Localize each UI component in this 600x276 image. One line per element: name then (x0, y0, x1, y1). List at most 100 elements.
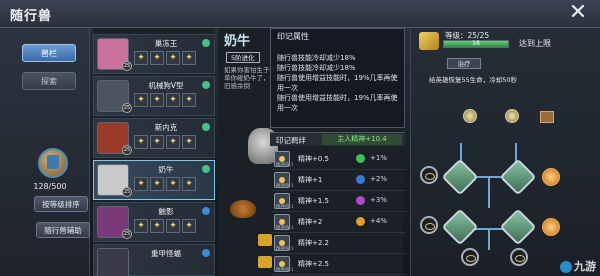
attribute-line: 随行兽使用增益技能时，19%几率再使用一次 (277, 74, 398, 92)
heal-button[interactable]: 治疗 (447, 58, 481, 69)
bond-row: 精神值:1 精神+0.5 +1% (272, 149, 406, 170)
pet-count: 128/500 (33, 182, 67, 191)
pet-name: 奶牛 (158, 165, 174, 174)
mark-icon: ✦ (182, 135, 196, 149)
bond-row: 精神值:1 精神+2.5 (272, 254, 406, 275)
pet-name: 触影 (158, 207, 174, 216)
gem-icon (202, 81, 210, 89)
main-skill-node[interactable] (441, 208, 479, 246)
gem-icon (202, 207, 210, 215)
attribute-line: 随行兽使用增益技能时，19%几率再使用一次 (277, 94, 398, 112)
nine-game-logo-icon (560, 261, 572, 273)
bond-requirement: 精神值:1 (276, 247, 294, 252)
level-progress-bar: 16 (443, 40, 509, 48)
bond-row: 精神值:1 精神+1.5 +3% (272, 191, 406, 212)
gem-icon (202, 39, 210, 47)
eye-icon[interactable] (510, 248, 528, 266)
backpack-icon (38, 148, 68, 178)
mark-icon: ✦ (166, 135, 180, 149)
mark-icon: ✦ (150, 135, 164, 149)
mark-slots: ✦ ✦ ✦ ✦ (134, 51, 196, 65)
mark-icon: ✦ (166, 93, 180, 107)
blue-orb-icon (356, 175, 365, 184)
tab-pen[interactable]: 兽栏 (22, 44, 76, 62)
tab-explore[interactable]: 探索 (22, 72, 76, 90)
bond-requirement: 精神值:1 (276, 163, 294, 168)
orange-orb-icon[interactable] (542, 218, 560, 236)
skill-tree (410, 108, 600, 268)
roast-chicken-icon[interactable] (230, 200, 256, 218)
eye-icon[interactable] (420, 166, 438, 184)
title-bar: 随行兽 ✕ (0, 0, 600, 28)
eye-icon[interactable] (461, 248, 479, 266)
list-item[interactable]: 25 机械狗V型 ✦ ✦ ✦ ✦ (93, 76, 215, 116)
mark-icon: ✦ (182, 93, 196, 107)
main-skill-node[interactable] (499, 158, 537, 196)
watermark-text: 九游 (574, 260, 596, 273)
pet-description: 如果你害怕生于牧草你碰奶牛了，依旧感余倒 (224, 66, 276, 90)
sidebar: 兽栏 探索 128/500 按等级排序 随行兽辅助 (0, 28, 90, 276)
bond-requirement: 精神值:1 (276, 226, 294, 231)
list-item[interactable]: 25 触影 ✦ ✦ ✦ ✦ (93, 202, 215, 242)
ticket-icon (258, 234, 272, 246)
bond-spirit: 精神+1 (298, 176, 323, 184)
level-progress-value: 16 (472, 40, 480, 47)
bond-row: 精神值:1 精神+2 +4% (272, 212, 406, 233)
bond-label: 印记羁绊 (276, 136, 306, 145)
pet-level-badge: 25 (122, 229, 132, 239)
attributes-title: 印记属性 (277, 32, 309, 41)
tree-link (488, 178, 490, 208)
bond-bonus: +4% (370, 217, 387, 225)
pet-level-badge: 25 (122, 145, 132, 155)
orange-orb-icon[interactable] (542, 168, 560, 186)
pet-level-badge: 25 (122, 61, 132, 71)
level-book-icon (419, 32, 439, 50)
list-item[interactable]: 25 巢冻王 ✦ ✦ ✦ ✦ (93, 34, 215, 74)
pet-level-badge: 25 (122, 187, 132, 197)
eye-icon[interactable] (420, 216, 438, 234)
mark-icon: ✦ (150, 51, 164, 65)
bond-header: 印记羁绊 主人精神+10.4 (270, 132, 405, 146)
main-skill-node[interactable] (441, 158, 479, 196)
bond-spirit: 精神+2.2 (298, 239, 329, 247)
mark-icon: ✦ (134, 219, 148, 233)
orange-orb-icon (356, 217, 365, 226)
pet-name: 机械狗V型 (148, 81, 184, 90)
mark-icon: ✦ (134, 177, 148, 191)
mark-icon: ✦ (150, 93, 164, 107)
green-orb-icon (356, 154, 365, 163)
mark-slots: ✦ ✦ ✦ ✦ (134, 135, 196, 149)
window-title: 随行兽 (10, 9, 53, 24)
attribute-line: 随行兽技能冷却减少18% (277, 64, 356, 72)
pet-assist-button[interactable]: 随行兽辅助 (36, 222, 90, 238)
evolution-badge: 5阶进化 (226, 52, 260, 63)
mark-icon: ✦ (166, 177, 180, 191)
pet-list: 25 巢冻王 ✦ ✦ ✦ ✦ 25 机械狗V型 ✦ ✦ ✦ ✦ 25 斯内克 ✦… (93, 28, 215, 276)
mark-icon: ✦ (134, 93, 148, 107)
bond-row: 精神值:1 精神+2.2 (272, 233, 406, 254)
site-watermark: 九游 (560, 258, 596, 274)
book-icon[interactable] (540, 111, 554, 123)
bond-requirement: 精神值:1 (276, 205, 294, 210)
main-skill-node[interactable] (499, 208, 537, 246)
gem-icon (202, 249, 210, 257)
purple-orb-icon (356, 196, 365, 205)
close-icon[interactable]: ✕ (566, 2, 590, 26)
mark-icon: ✦ (134, 51, 148, 65)
attributes-lines: 随行兽技能冷却减少18% 随行兽技能冷却减少18% 随行兽使用增益技能时，19%… (277, 53, 401, 113)
sort-by-level-button[interactable]: 按等级排序 (34, 196, 88, 212)
attribute-line: 随行兽技能冷却减少18% (277, 54, 356, 62)
bond-spirit: 精神+0.5 (298, 155, 329, 163)
mark-icon: ✦ (166, 51, 180, 65)
bond-row: 精神值:1 精神+1 +2% (272, 170, 406, 191)
pet-name: 重甲怪蝠 (151, 249, 181, 258)
list-item[interactable]: 重甲怪蝠 (93, 244, 215, 276)
skill-node-icon[interactable] (463, 109, 477, 123)
skill-node-icon[interactable] (505, 109, 519, 123)
bond-spirit: 精神+2 (298, 218, 323, 226)
owner-spirit-stat: 主人精神+10.4 (322, 134, 402, 145)
bond-bonus: +2% (370, 175, 387, 183)
list-item[interactable]: 25 斯内克 ✦ ✦ ✦ ✦ (93, 118, 215, 158)
list-item-selected[interactable]: 25 奶牛 ✦ ✦ ✦ ✦ (93, 160, 215, 200)
gem-icon (202, 123, 210, 131)
